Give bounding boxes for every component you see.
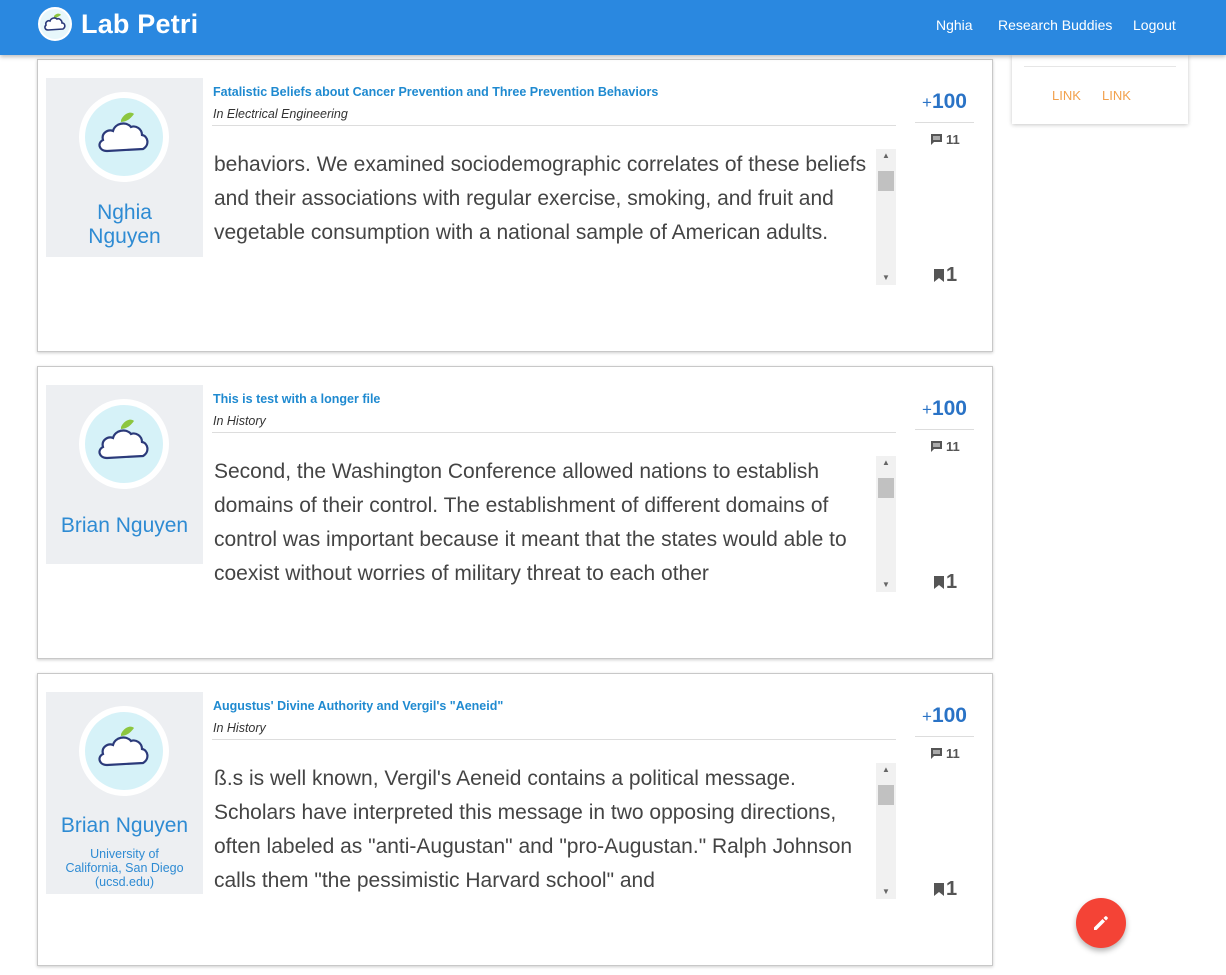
author-name-first: Nghia: [97, 201, 152, 224]
post-card: Nghia Nguyen Fatalistic Beliefs about Ca…: [37, 59, 993, 352]
brand[interactable]: Lab Petri: [38, 5, 198, 43]
comments-counter[interactable]: 11: [930, 439, 960, 454]
comment-count: 11: [946, 132, 960, 147]
author-name: Brian Nguyen: [60, 814, 189, 837]
scroll-down-arrow-icon[interactable]: ▼: [876, 580, 896, 590]
score-value: 100: [931, 704, 967, 727]
comments-counter[interactable]: 11: [930, 746, 960, 761]
nav-user-link[interactable]: Nghia: [936, 17, 973, 33]
author-name-last: Nguyen: [88, 225, 161, 248]
avatar: [79, 399, 169, 489]
bookmark-icon: [934, 269, 944, 282]
avatar: [79, 92, 169, 182]
post-excerpt: behaviors. We examined sociodemographic …: [214, 153, 867, 244]
bookmark-icon: [934, 883, 944, 896]
bookmark-count: 1: [946, 878, 958, 900]
comment-count: 11: [946, 746, 960, 761]
bookmark-counter[interactable]: 1: [934, 878, 957, 901]
scroll-thumb[interactable]: [878, 171, 894, 191]
score-value: 100: [931, 90, 967, 113]
excerpt-scrollbar[interactable]: ▲ ▼: [876, 456, 896, 592]
author-box[interactable]: Brian Nguyen University of California, S…: [46, 692, 203, 894]
bookmark-counter[interactable]: 1: [934, 571, 957, 594]
comment-icon: [931, 134, 942, 145]
avatar: [79, 706, 169, 796]
post-title-link[interactable]: Fatalistic Beliefs about Cancer Preventi…: [213, 85, 658, 99]
scroll-thumb[interactable]: [878, 785, 894, 805]
score-plus: +: [922, 400, 932, 419]
score[interactable]: +100: [922, 397, 967, 421]
scroll-up-arrow-icon[interactable]: ▲: [876, 458, 896, 468]
top-app-bar: Lab Petri Nghia Research Buddies Logout: [0, 0, 1226, 55]
scroll-down-arrow-icon[interactable]: ▼: [876, 273, 896, 283]
post-divider: [212, 739, 896, 740]
compose-fab-button[interactable]: [1076, 898, 1126, 948]
scroll-down-arrow-icon[interactable]: ▼: [876, 887, 896, 897]
stats-divider: [915, 429, 974, 430]
author-name: Brian Nguyen: [60, 514, 189, 537]
comment-icon: [931, 441, 942, 452]
pencil-icon: [1094, 916, 1108, 930]
score-plus: +: [922, 707, 932, 726]
post-title-link[interactable]: This is test with a longer file: [213, 392, 380, 406]
post-category: In Electrical Engineering: [213, 107, 348, 121]
post-title-link[interactable]: Augustus' Divine Authority and Vergil's …: [213, 699, 503, 713]
post-divider: [212, 432, 896, 433]
excerpt-scrollbar[interactable]: ▲ ▼: [876, 149, 896, 285]
author-box[interactable]: Brian Nguyen: [46, 385, 203, 564]
cloud-leaf-avatar-icon: [85, 712, 163, 790]
brand-name: Lab Petri: [81, 8, 199, 39]
nav-logout-link[interactable]: Logout: [1133, 17, 1176, 33]
cloud-leaf-avatar-icon: [85, 98, 163, 176]
cloud-leaf-avatar-icon: [85, 405, 163, 483]
post-excerpt: Second, the Washington Conference allowe…: [214, 460, 847, 585]
post-card: Brian Nguyen This is test with a longer …: [37, 366, 993, 659]
score[interactable]: +100: [922, 704, 967, 728]
bookmark-count: 1: [946, 264, 958, 286]
post-card: Brian Nguyen University of California, S…: [37, 673, 993, 966]
side-link-1[interactable]: LINK: [1052, 88, 1081, 103]
post-excerpt: ß.s is well known, Vergil's Aeneid conta…: [214, 767, 853, 892]
author-box[interactable]: Nghia Nguyen: [46, 78, 203, 257]
stats-divider: [915, 736, 974, 737]
side-card-divider: [1024, 66, 1176, 67]
side-card: LINK LINK: [1012, 55, 1188, 124]
post-category: In History: [213, 721, 266, 735]
excerpt-scrollbar[interactable]: ▲ ▼: [876, 763, 896, 899]
scroll-up-arrow-icon[interactable]: ▲: [876, 765, 896, 775]
post-divider: [212, 125, 896, 126]
scroll-up-arrow-icon[interactable]: ▲: [876, 151, 896, 161]
score-plus: +: [922, 93, 932, 112]
score[interactable]: +100: [922, 90, 967, 114]
author-affiliation-line-2: California, San Diego: [65, 861, 184, 875]
author-affiliation-line-1: University of: [90, 847, 159, 861]
stats-divider: [915, 122, 974, 123]
comment-count: 11: [946, 439, 960, 454]
bookmark-count: 1: [946, 571, 958, 593]
author-affiliation-line-3: (ucsd.edu): [94, 875, 155, 889]
comments-counter[interactable]: 11: [930, 132, 960, 147]
bookmark-icon: [934, 576, 944, 589]
side-link-2[interactable]: LINK: [1102, 88, 1131, 103]
score-value: 100: [931, 397, 967, 420]
bookmark-counter[interactable]: 1: [934, 264, 957, 287]
scroll-thumb[interactable]: [878, 478, 894, 498]
comment-icon: [931, 748, 942, 759]
nav-research-buddies-link[interactable]: Research Buddies: [998, 17, 1112, 33]
post-category: In History: [213, 414, 266, 428]
cloud-leaf-logo-icon: [38, 7, 72, 41]
